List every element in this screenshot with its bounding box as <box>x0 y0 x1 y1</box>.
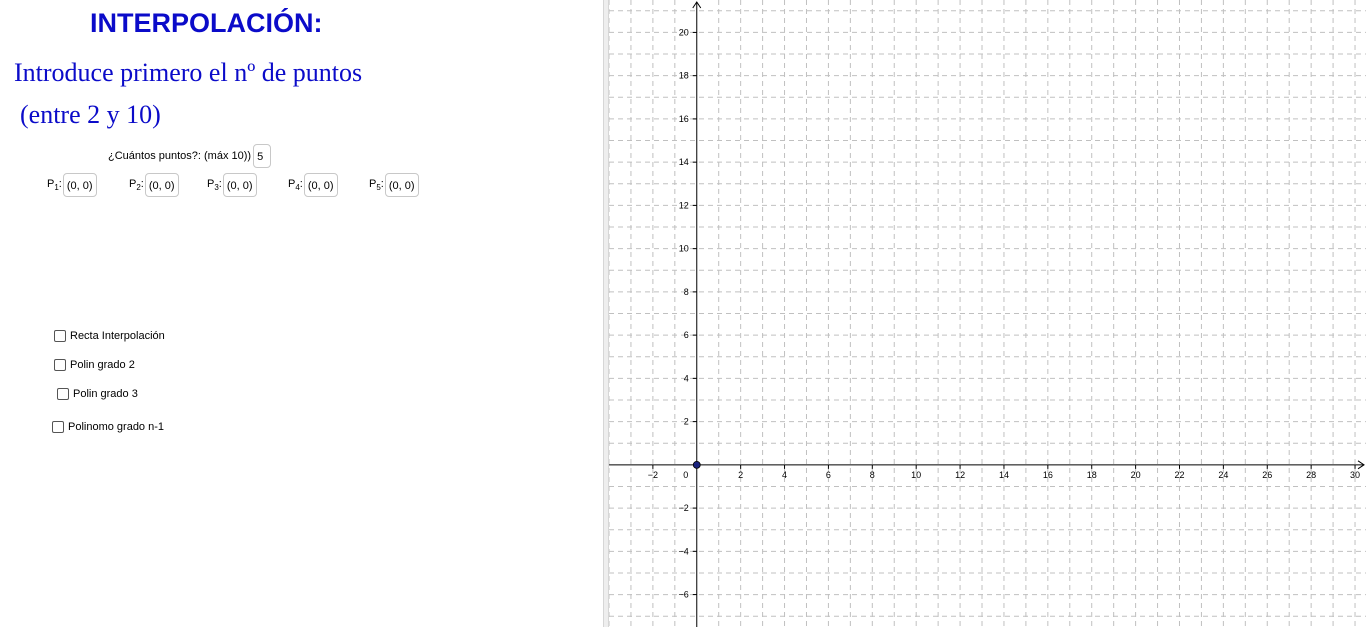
x-tick-label: 12 <box>955 470 965 480</box>
point-label: P4: <box>288 178 303 192</box>
y-tick-label: 10 <box>679 244 689 254</box>
x-tick-label: 26 <box>1262 470 1272 480</box>
page-title: INTERPOLACIÓN: <box>90 8 323 38</box>
data-point <box>692 460 701 469</box>
checkbox-polin-grado-2[interactable]: Polin grado 2 <box>54 359 135 371</box>
point-count-row: ¿Cuántos puntos?: (máx 10)) 5 <box>108 143 272 169</box>
point-field-p1: P1: (0, 0) <box>47 172 97 198</box>
x-tick-label: 30 <box>1350 470 1360 480</box>
point-label: P3: <box>207 178 222 192</box>
point-field-p2: P2: (0, 0) <box>129 172 179 198</box>
checkbox-box[interactable] <box>52 421 64 433</box>
y-tick-label: −6 <box>679 590 689 600</box>
graphics-view[interactable]: −2 0 2 4 6 8 10 12 14 16 18 20 22 24 26 28 30 −6 −4 −2 2 4 6 8 1… <box>609 0 1366 627</box>
checkbox-recta-interpolacion[interactable]: Recta Interpolación <box>54 330 165 342</box>
point-field-p3: P3: (0, 0) <box>207 172 257 198</box>
y-tick-label: 18 <box>679 71 689 81</box>
point-field-p5: P5: (0, 0) <box>369 172 419 198</box>
point-input-p1[interactable]: (0, 0) <box>62 173 97 197</box>
instruction-text-line2: (entre 2 y 10) <box>20 100 161 129</box>
x-tick-label: 4 <box>782 470 787 480</box>
point-count-input[interactable]: 5 <box>253 144 272 168</box>
point-label: P1: <box>47 178 62 192</box>
checkbox-box[interactable] <box>57 388 69 400</box>
y-tick-label: 6 <box>684 330 689 340</box>
instruction-text-line1: Introduce primero el nº de puntos <box>14 58 363 87</box>
coordinate-plane[interactable]: −2 0 2 4 6 8 10 12 14 16 18 20 22 24 26 28 30−6−4−224681… <box>609 0 1366 627</box>
y-tick-label: −2 <box>679 503 689 513</box>
y-tick-label: −4 <box>679 546 689 556</box>
checkbox-label: Polin grado 3 <box>73 388 138 400</box>
x-tick-label: 28 <box>1306 470 1316 480</box>
point-input-p2[interactable]: (0, 0) <box>144 173 179 197</box>
checkbox-label: Polinomo grado n-1 <box>68 421 165 433</box>
y-tick-label: 16 <box>679 114 689 124</box>
checkbox-box[interactable] <box>54 359 66 371</box>
y-tick-label: 2 <box>684 417 689 427</box>
point-field-p4: P4: (0, 0) <box>288 172 338 198</box>
point-input-p4[interactable]: (0, 0) <box>303 173 338 197</box>
x-tick-label: 8 <box>870 470 875 480</box>
x-tick-label: 0 <box>683 470 688 480</box>
checkbox-box[interactable] <box>54 330 66 342</box>
x-tick-label: 14 <box>999 470 1009 480</box>
point-label: P2: <box>129 178 144 192</box>
y-tick-label: 12 <box>679 200 689 210</box>
checkbox-polin-grado-3[interactable]: Polin grado 3 <box>57 388 138 400</box>
checkbox-label: Polin grado 2 <box>70 359 135 371</box>
point-count-label: ¿Cuántos puntos?: (máx 10)) <box>108 150 252 162</box>
point-input-p5[interactable]: (0, 0) <box>384 173 419 197</box>
x-tick-label: 2 <box>738 470 743 480</box>
x-tick-label: −2 <box>648 470 658 480</box>
y-tick-label: 8 <box>684 287 689 297</box>
point-label: P5: <box>369 178 384 192</box>
algebra-panel: INTERPOLACIÓN: Introduce primero el nº d… <box>0 0 603 627</box>
x-tick-label: 16 <box>1043 470 1053 480</box>
x-tick-label: 24 <box>1218 470 1228 480</box>
y-tick-label: 20 <box>679 27 689 37</box>
x-tick-label: 20 <box>1131 470 1141 480</box>
checkbox-polinomo-grado-n-1[interactable]: Polinomo grado n-1 <box>52 421 164 433</box>
x-tick-label: 22 <box>1174 470 1184 480</box>
y-tick-label: 4 <box>684 373 689 383</box>
checkbox-label: Recta Interpolación <box>70 330 165 342</box>
y-tick-label: 14 <box>679 157 689 167</box>
x-tick-label: 10 <box>911 470 921 480</box>
x-tick-label: 6 <box>826 470 831 480</box>
x-tick-label: 18 <box>1087 470 1097 480</box>
point-input-p3[interactable]: (0, 0) <box>222 173 257 197</box>
